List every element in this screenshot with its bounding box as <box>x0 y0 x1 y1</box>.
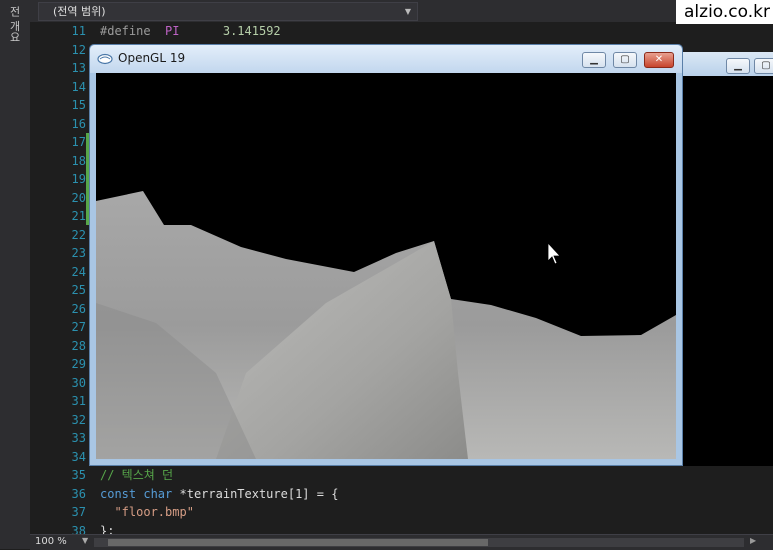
line-number: 28 <box>71 339 86 353</box>
outline-tab-label[interactable]: 전 개요 <box>6 6 22 43</box>
scope-dropdown-value: (전역 범위) <box>53 5 106 18</box>
keyword: char <box>143 487 173 501</box>
solution-explorer-tab-strip[interactable]: 전 개요 <box>0 0 31 549</box>
navigation-bar: (전역 범위) ▼ <box>30 0 773 23</box>
line-number: 26 <box>71 302 86 316</box>
line-number: 32 <box>71 413 86 427</box>
line-number-gutter: 11 12 13 14 15 16 17 18 19 20 21 22 23 2… <box>30 22 86 538</box>
window-titlebar[interactable]: OpenGL 19 ▁ ▢ ✕ <box>90 45 682 73</box>
chevron-down-icon: ▼ <box>404 7 411 16</box>
line-number: 29 <box>71 357 86 371</box>
line-number: 13 <box>71 61 86 75</box>
close-button[interactable]: ✕ <box>644 52 674 68</box>
line-number: 25 <box>71 283 86 297</box>
line-number: 21 <box>71 209 86 223</box>
maximize-button[interactable]: ▢ <box>754 58 773 74</box>
minimize-button[interactable]: ▁ <box>726 58 750 74</box>
keyword: const <box>100 487 137 501</box>
line-number: 11 <box>71 24 86 38</box>
zoom-level[interactable]: 100 % <box>35 536 67 547</box>
line-number: 33 <box>71 431 86 445</box>
code-line[interactable]: #define PI 3.141592 <box>100 22 281 41</box>
line-number: 19 <box>71 172 86 186</box>
maximize-button[interactable]: ▢ <box>613 52 637 68</box>
line-number: 16 <box>71 117 86 131</box>
macro-name: PI <box>165 24 180 38</box>
chevron-down-icon[interactable]: ▼ <box>82 536 88 545</box>
watermark: alzio.co.kr <box>676 0 773 24</box>
render-viewport[interactable] <box>96 73 676 459</box>
opengl-window[interactable]: OpenGL 19 ▁ ▢ ✕ <box>89 44 683 466</box>
line-number: 36 <box>71 487 86 501</box>
macro-value: 3.141592 <box>222 24 281 38</box>
line-number: 12 <box>71 43 86 57</box>
line-number: 34 <box>71 450 86 464</box>
window-title: OpenGL 19 <box>118 51 186 65</box>
line-number: 18 <box>71 154 86 168</box>
line-number: 35 <box>71 468 86 482</box>
line-number: 24 <box>71 265 86 279</box>
line-number: 23 <box>71 246 86 260</box>
background-window-titlebar[interactable]: ▁ ▢ <box>678 52 773 76</box>
scroll-right-icon[interactable]: ▶ <box>750 536 756 545</box>
line-number: 31 <box>71 394 86 408</box>
line-number: 37 <box>71 505 86 519</box>
terrain-render <box>96 191 676 459</box>
line-number: 14 <box>71 80 86 94</box>
line-number: 27 <box>71 320 86 334</box>
horizontal-scrollbar[interactable] <box>94 538 744 547</box>
mouse-cursor-icon <box>547 241 561 265</box>
define-directive: #define <box>100 24 151 38</box>
line-number: 22 <box>71 228 86 242</box>
string-literal: "floor.bmp" <box>114 505 194 519</box>
status-bar: 100 % ▼ ◀ ▶ <box>30 534 773 550</box>
scrollbar-thumb[interactable] <box>108 539 488 546</box>
scope-dropdown[interactable]: (전역 범위) ▼ <box>38 2 418 21</box>
app-icon <box>97 53 113 65</box>
line-number: 20 <box>71 191 86 205</box>
line-number: 15 <box>71 98 86 112</box>
code-comment: // 텍스쳐 던 <box>100 468 174 482</box>
code-line[interactable]: // 텍스쳐 던 <box>100 466 173 485</box>
minimize-button[interactable]: ▁ <box>582 52 606 68</box>
line-number: 30 <box>71 376 86 390</box>
code-line[interactable]: "floor.bmp" <box>100 503 194 522</box>
background-window[interactable]: ▁ ▢ <box>677 52 773 466</box>
code-text: *terrainTexture[1] = { <box>172 487 339 501</box>
code-line[interactable]: const char *terrainTexture[1] = { <box>100 485 338 504</box>
line-number: 17 <box>71 135 86 149</box>
